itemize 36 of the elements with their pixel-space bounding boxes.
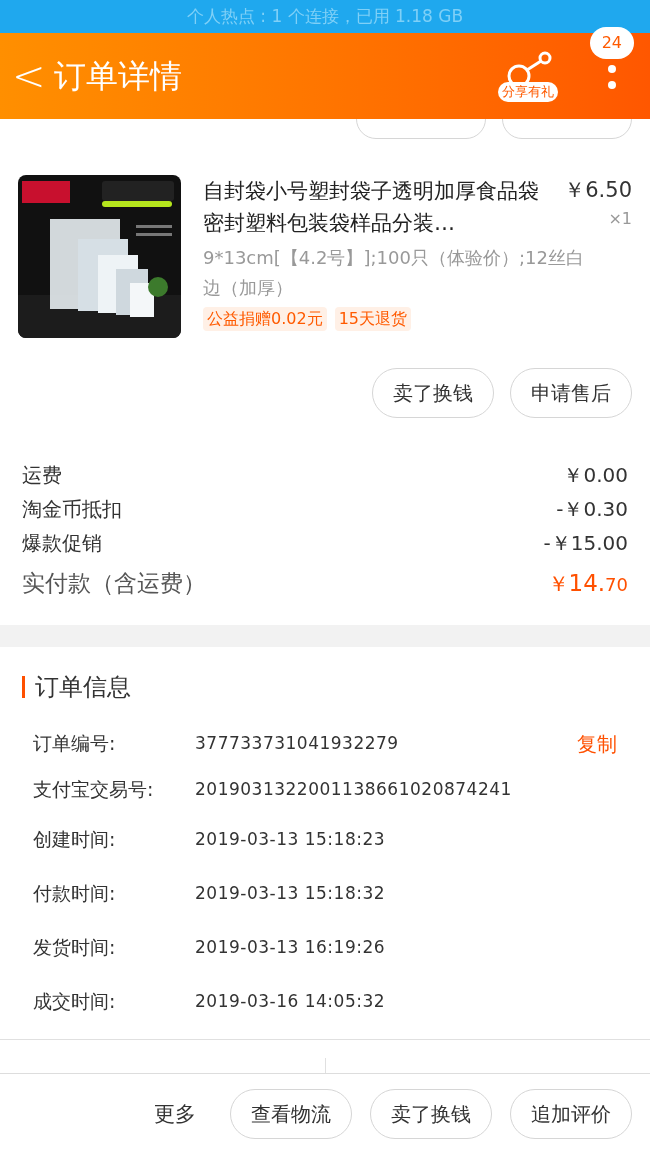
fee-value: -￥0.30	[556, 496, 628, 523]
action-button[interactable]: 申请售后	[510, 368, 632, 418]
info-value: 2019-03-16 14:05:32	[195, 989, 387, 1013]
section-title: 订单信息	[35, 671, 131, 703]
info-label: 成交时间:	[33, 989, 117, 1015]
action-button[interactable]: 卖了换钱	[370, 1089, 492, 1140]
more-link[interactable]: 更多	[154, 1098, 196, 1130]
product-title[interactable]: 自封袋小号塑封袋子透明加厚食品袋密封塑料包装袋样品分装…	[203, 175, 553, 239]
info-value: 2019-03-13 16:19:26	[195, 935, 387, 959]
product-sku: 9*13cm[【4.2号】];100只（体验价）;12丝白边（加厚）	[203, 246, 585, 300]
info-label: 支付宝交易号:	[33, 777, 155, 803]
action-button[interactable]: 查看物流	[230, 1089, 352, 1140]
info-label: 订单编号:	[33, 731, 117, 757]
fee-label: 淘金币抵扣	[22, 496, 122, 523]
notification-badge: 24	[589, 27, 634, 59]
info-value: 2019-03-13 15:18:32	[195, 881, 387, 905]
action-button[interactable]: 卖了换钱	[372, 368, 494, 418]
info-value: 2019031322001138661020874241	[195, 777, 513, 801]
product-price: ￥6.50	[564, 177, 632, 204]
total-amount: ￥14.70	[547, 569, 628, 598]
total-label: 实付款（含运费）	[22, 569, 206, 598]
info-label: 创建时间:	[33, 827, 117, 853]
status-text: 个人热点 : 1 个连接，已用 1.18 GB	[186, 4, 464, 28]
fee-label: 运费	[22, 462, 62, 489]
info-label: 付款时间:	[33, 881, 117, 907]
page-title: 订单详情	[53, 56, 182, 97]
product-tag: 公益捐赠0.02元	[203, 307, 327, 331]
product-quantity: ×1	[608, 207, 632, 230]
fee-value: ￥0.00	[563, 462, 628, 489]
action-button[interactable]: 追加评价	[510, 1089, 632, 1140]
fee-label: 爆款促销	[22, 530, 102, 557]
info-value: 2019-03-13 15:18:23	[195, 827, 387, 851]
product-tag: 15天退货	[334, 307, 411, 331]
fee-value: -￥15.00	[543, 530, 628, 557]
info-value: 377733731041932279	[195, 731, 400, 755]
info-label: 发货时间:	[33, 935, 117, 961]
